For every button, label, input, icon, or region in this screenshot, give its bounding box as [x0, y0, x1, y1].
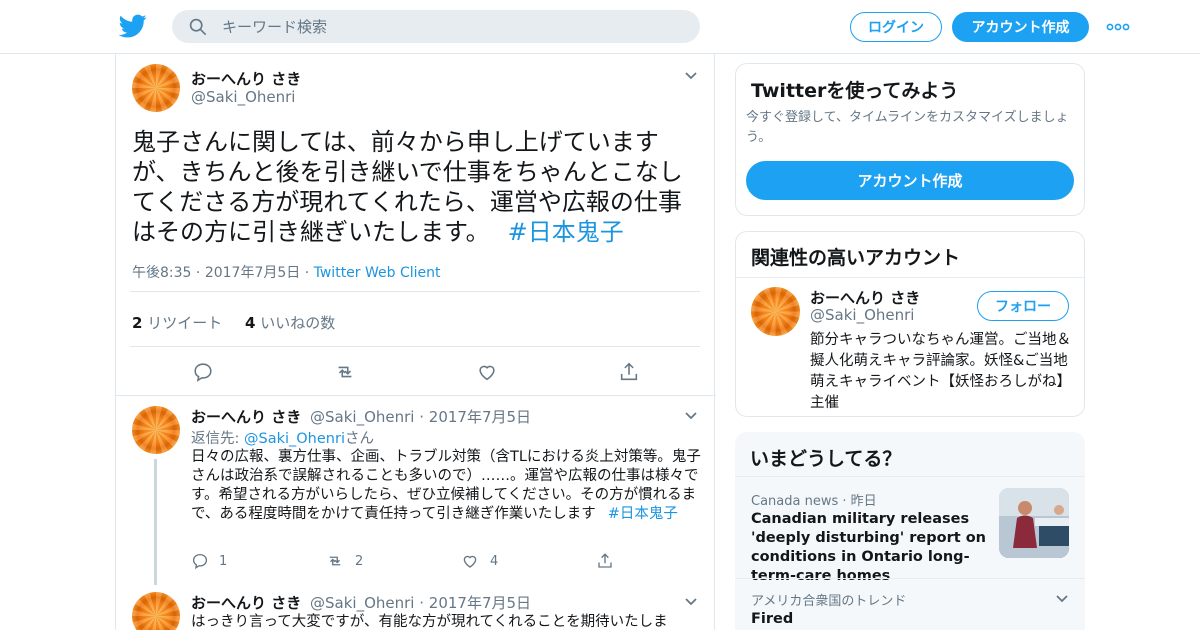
hashtag-link[interactable]: #日本鬼子	[608, 506, 678, 522]
tweet-column: おーへんり さき @Saki_Ohenri 鬼子さんに関しては、前々から申し上げ…	[115, 54, 716, 630]
retweet-label: リツイート	[147, 314, 223, 332]
divider	[130, 346, 700, 347]
trends-card: いまどうしてる？ Canada news · 昨日 Canadian milit…	[735, 432, 1085, 630]
mention-link[interactable]: @Saki_Ohenri	[244, 431, 345, 447]
divider	[130, 291, 700, 292]
meta-separator: ·	[195, 265, 205, 281]
chevron-down-icon[interactable]	[684, 597, 698, 607]
divider	[736, 277, 1084, 278]
signup-card: Twitterを使ってみよう 今すぐ登録して、タイムラインをカスタマイズしましょ…	[735, 63, 1085, 216]
retweet-icon[interactable]	[334, 361, 356, 383]
like-icon[interactable]	[476, 361, 498, 383]
tweet-text: 鬼子さんに関しては、前々から申し上げていますが、きちんと後を引き継いで仕事をちゃ…	[132, 127, 702, 247]
like-icon[interactable]	[461, 552, 479, 570]
more-options-icon[interactable]	[1106, 18, 1130, 36]
meta-separator: ·	[419, 594, 429, 612]
tweet-actions	[116, 359, 716, 385]
account-bio: 節分キャラついなちゃん運営。ご当地＆擬人化萌えキャラ評論家。妖怪&ご当地萌えキャ…	[810, 332, 1071, 411]
trend-news-item[interactable]: Canada news · 昨日 Canadian military relea…	[735, 476, 1085, 584]
news-time: 昨日	[850, 494, 877, 509]
tweet-date[interactable]: 2017年7月5日	[205, 265, 300, 281]
news-thumbnail[interactable]	[999, 488, 1069, 558]
chevron-down-icon[interactable]	[684, 411, 698, 421]
news-source-name: Canada news	[751, 494, 839, 509]
share-icon[interactable]	[596, 552, 614, 570]
search-icon	[189, 18, 207, 36]
like-count: 4	[490, 554, 499, 569]
hashtag-link[interactable]: #日本鬼子	[508, 218, 624, 246]
trend-item[interactable]: アメリカ合衆国のトレンド Fired	[735, 578, 1085, 630]
tweet-date[interactable]: 2017年7月5日	[429, 594, 531, 612]
display-name[interactable]: おーへんり さき	[810, 287, 920, 308]
avatar[interactable]	[751, 287, 800, 336]
meta-separator: ·	[419, 408, 429, 426]
like-count: 4	[245, 314, 256, 332]
tweet-timestamp: 午後8:35 · 2017年7月5日 · Twitter Web Client	[132, 262, 441, 282]
chevron-down-icon[interactable]	[1055, 594, 1069, 604]
display-name[interactable]: おーへんり さき	[191, 594, 301, 612]
twitter-logo-icon[interactable]	[119, 12, 147, 40]
user-handle[interactable]: @Saki_Ohenri	[310, 594, 414, 612]
trend-name[interactable]: Fired	[751, 610, 986, 629]
reply-icon[interactable]	[191, 552, 209, 570]
user-handle[interactable]: @Saki_Ohenri	[810, 306, 914, 324]
like-stat[interactable]: 4 いいねの数	[245, 314, 335, 332]
retweet-icon[interactable]	[326, 552, 344, 570]
reply-text: はっきり言って大変ですが、有能な方が現れてくれることを期待いたしま	[191, 614, 668, 630]
search-input[interactable]	[222, 10, 682, 43]
reply-header: おーへんり さき @Saki_Ohenri · 2017年7月5日	[191, 592, 531, 613]
tweet-date[interactable]: 2017年7月5日	[429, 408, 531, 426]
reply-actions: 1 2 4	[191, 552, 631, 574]
tweet-stats: 2 リツイート 4 いいねの数	[132, 312, 335, 333]
top-navigation-bar: ログイン アカウント作成	[0, 0, 1200, 54]
news-headline[interactable]: Canadian military releases 'deeply distu…	[751, 510, 986, 586]
user-handle[interactable]: @Saki_Ohenri	[310, 408, 414, 426]
search-box[interactable]	[172, 10, 700, 43]
avatar[interactable]	[132, 406, 180, 454]
card-title: 関連性の高いアカウント	[751, 247, 961, 269]
news-thumbnail-graphic	[999, 488, 1069, 558]
related-accounts-card: 関連性の高いアカウント おーへんり さき @Saki_Ohenri フォロー 節…	[735, 231, 1085, 417]
reply-header: おーへんり さき @Saki_Ohenri · 2017年7月5日	[191, 406, 531, 427]
card-title: いまどうしてる？	[750, 448, 902, 470]
signup-card-button[interactable]: アカウント作成	[746, 161, 1074, 200]
card-title: Twitterを使ってみよう	[751, 80, 959, 102]
display-name[interactable]: おーへんり さき	[191, 408, 301, 426]
thread-line	[154, 459, 157, 585]
retweet-count: 2	[355, 554, 364, 569]
display-name[interactable]: おーへんり さき	[191, 68, 301, 89]
meta-separator: ·	[838, 494, 851, 509]
reply-to-line: 返信先: @Saki_Ohenriさん	[191, 427, 374, 448]
card-subtitle: 今すぐ登録して、タイムラインをカスタマイズしましょう。	[746, 110, 1069, 145]
share-icon[interactable]	[618, 361, 640, 383]
reply-icon[interactable]	[192, 361, 214, 383]
like-label: いいねの数	[260, 314, 336, 332]
avatar[interactable]	[132, 592, 180, 630]
reply-count: 1	[219, 554, 228, 569]
meta-separator: ·	[304, 265, 314, 281]
reply-text: 日々の広報、裏方仕事、企画、トラブル対策（含TLにおける炎上対策等。鬼子さんは政…	[191, 448, 701, 524]
avatar[interactable]	[132, 64, 180, 112]
chevron-down-icon[interactable]	[684, 71, 698, 81]
signup-button[interactable]: アカウント作成	[952, 12, 1089, 42]
login-button[interactable]: ログイン	[850, 12, 942, 42]
divider	[116, 395, 716, 396]
retweet-count: 2	[132, 314, 143, 332]
retweet-stat[interactable]: 2 リツイート	[132, 314, 222, 332]
reply-to-suffix: さん	[344, 431, 374, 447]
follow-button[interactable]: フォロー	[977, 291, 1069, 321]
tweet-client-link[interactable]: Twitter Web Client	[314, 265, 441, 281]
news-source: Canada news · 昨日	[751, 490, 877, 509]
user-handle[interactable]: @Saki_Ohenri	[191, 88, 295, 106]
trend-location: アメリカ合衆国のトレンド	[751, 594, 907, 609]
reply-to-prefix: 返信先:	[191, 431, 244, 447]
tweet-time[interactable]: 午後8:35	[132, 265, 191, 281]
